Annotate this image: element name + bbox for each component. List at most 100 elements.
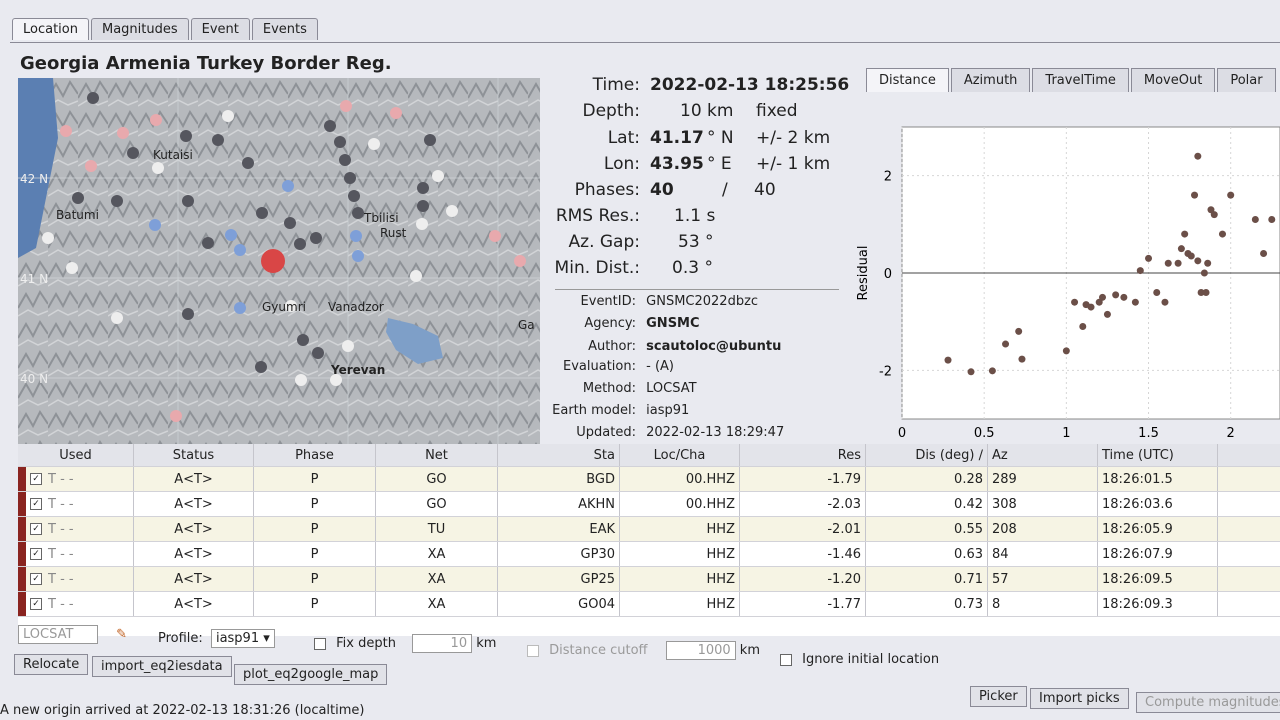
residual-point: [1194, 257, 1202, 265]
used-cell[interactable]: ✓ T - -: [18, 592, 134, 616]
residual-point: [1131, 298, 1139, 306]
compute-magnitudes-button[interactable]: Compute magnitudes: [1136, 692, 1280, 713]
col-loccha[interactable]: Loc/Cha: [620, 444, 740, 466]
relocate-button[interactable]: Relocate: [14, 654, 89, 675]
tab-magnitudes[interactable]: Magnitudes: [90, 18, 189, 40]
table-row[interactable]: ✓ T - - A<T> P GO AKHN 00.HHZ -2.03 0.42 308 18:26…: [18, 492, 1280, 517]
chevron-down-icon: ▾: [263, 631, 270, 646]
row-marker: [18, 592, 26, 616]
net-cell: TU: [376, 517, 498, 541]
residual-point: [1200, 269, 1208, 277]
import-eq2iesdata-button[interactable]: import_eq2iesdata: [92, 656, 232, 677]
az-cell: 289: [988, 467, 1098, 491]
y-tick-label: 0: [884, 267, 892, 282]
residual-point: [1251, 215, 1259, 223]
used-checkbox[interactable]: ✓: [30, 523, 42, 535]
table-header: Used Status Phase Net Sta Loc/Cha Res Di…: [18, 444, 1280, 467]
tab-moveout[interactable]: MoveOut: [1130, 68, 1216, 92]
res-cell: -2.01: [740, 517, 866, 541]
dis-cell: 0.71: [866, 567, 988, 591]
map-label-42n: 42 N: [20, 172, 49, 186]
residual-point: [1062, 347, 1070, 355]
phase-cell: P: [254, 517, 376, 541]
event-map[interactable]: Kutaisi Batumi Tbilisi Rust Gyumri Vanad…: [18, 78, 540, 444]
tab-location[interactable]: Location: [12, 18, 89, 40]
used-checkbox[interactable]: ✓: [30, 573, 42, 585]
tab-polar[interactable]: Polar: [1217, 68, 1276, 92]
phase-cell: P: [254, 542, 376, 566]
rms-label: RMS Res.:: [555, 206, 640, 226]
col-used[interactable]: Used: [18, 444, 134, 466]
table-row[interactable]: ✓ T - - A<T> P GO BGD 00.HHZ -1.79 0.28 289 18:26:…: [18, 467, 1280, 492]
loc-cell: HHZ: [620, 542, 740, 566]
residual-point: [1079, 323, 1087, 331]
row-marker: [18, 467, 26, 491]
tab-traveltime[interactable]: TravelTime: [1032, 68, 1129, 92]
table-row[interactable]: ✓ T - - A<T> P TU EAK HHZ -2.01 0.55 208 18:26:05.…: [18, 517, 1280, 542]
mindist-value: 0.3 °: [672, 258, 713, 278]
residual-point: [1194, 152, 1202, 160]
used-flags: T - -: [48, 496, 74, 512]
depth-input[interactable]: 10: [412, 634, 473, 653]
residual-plot[interactable]: 00.511.52-202Distance (deg)Residual: [855, 100, 1280, 470]
table-row[interactable]: ✓ T - - A<T> P XA GP30 HHZ -1.46 0.63 84 18:26:07.…: [18, 542, 1280, 567]
tab-event[interactable]: Event: [190, 18, 250, 40]
used-checkbox[interactable]: ✓: [30, 548, 42, 560]
y-tick-label: 2: [884, 170, 892, 185]
col-status[interactable]: Status: [134, 444, 254, 466]
distance-cutoff-checkbox[interactable]: [527, 644, 539, 657]
profile-label: Profile:: [158, 631, 203, 646]
used-checkbox[interactable]: ✓: [30, 473, 42, 485]
col-dis[interactable]: Dis (deg) ∕: [866, 444, 988, 466]
residual-point: [1191, 191, 1199, 199]
used-cell[interactable]: ✓ T - -: [18, 567, 134, 591]
col-az[interactable]: Az: [988, 444, 1098, 466]
residual-point: [988, 367, 996, 375]
tabs-divider: [10, 42, 1280, 43]
phases-label: Phases:: [574, 180, 640, 200]
used-cell[interactable]: ✓ T - -: [18, 467, 134, 491]
ignore-initial-checkbox[interactable]: [780, 653, 792, 666]
status-cell: A<T>: [134, 517, 254, 541]
col-sta[interactable]: Sta: [498, 444, 620, 466]
used-cell[interactable]: ✓ T - -: [18, 517, 134, 541]
fix-depth-checkbox[interactable]: [314, 637, 326, 650]
col-net[interactable]: Net: [376, 444, 498, 466]
meta-earth-model: Earth model: iasp91: [552, 403, 690, 418]
az-cell: 208: [988, 517, 1098, 541]
tab-distance[interactable]: Distance: [866, 68, 949, 92]
profile-select[interactable]: iasp91 ▾: [210, 629, 275, 648]
plot-eq2google-map-button[interactable]: plot_eq2google_map: [234, 664, 388, 685]
import-picks-button[interactable]: Import picks: [1030, 688, 1129, 709]
time-cell: 18:26:03.6: [1098, 492, 1218, 516]
method-combo[interactable]: LOCSAT ✎: [18, 625, 127, 644]
residual-point: [1071, 298, 1079, 306]
table-row[interactable]: ✓ T - - A<T> P XA GO04 HHZ -1.77 0.73 8 18:26:09.3: [18, 592, 1280, 617]
col-phase[interactable]: Phase: [254, 444, 376, 466]
origin-lat: 41.17: [650, 128, 704, 148]
sta-cell: GO04: [498, 592, 620, 616]
map-label-yerevan: Yerevan: [331, 363, 386, 377]
status-cell: A<T>: [134, 567, 254, 591]
lat-label: Lat:: [607, 128, 640, 148]
used-checkbox[interactable]: ✓: [30, 498, 42, 510]
used-cell[interactable]: ✓ T - -: [18, 492, 134, 516]
az-cell: 8: [988, 592, 1098, 616]
profile-control: Profile: iasp91 ▾: [158, 629, 275, 648]
cutoff-input[interactable]: 1000: [665, 641, 736, 660]
origin-depth: 10 km: [680, 101, 734, 121]
table-row[interactable]: ✓ T - - A<T> P XA GP25 HHZ -1.20 0.71 57 18:26:09.…: [18, 567, 1280, 592]
wand-icon[interactable]: ✎: [116, 627, 127, 642]
residual-point: [1268, 215, 1276, 223]
phase-cell: P: [254, 492, 376, 516]
col-res[interactable]: Res: [740, 444, 866, 466]
row-marker: [18, 492, 26, 516]
used-checkbox[interactable]: ✓: [30, 598, 42, 610]
used-cell[interactable]: ✓ T - -: [18, 542, 134, 566]
phase-cell: P: [254, 592, 376, 616]
tab-azimuth[interactable]: Azimuth: [950, 68, 1031, 92]
col-time[interactable]: Time (UTC): [1098, 444, 1218, 466]
tab-events[interactable]: Events: [251, 18, 318, 40]
depth-type: fixed: [756, 101, 798, 121]
picker-button[interactable]: Picker: [970, 686, 1027, 707]
